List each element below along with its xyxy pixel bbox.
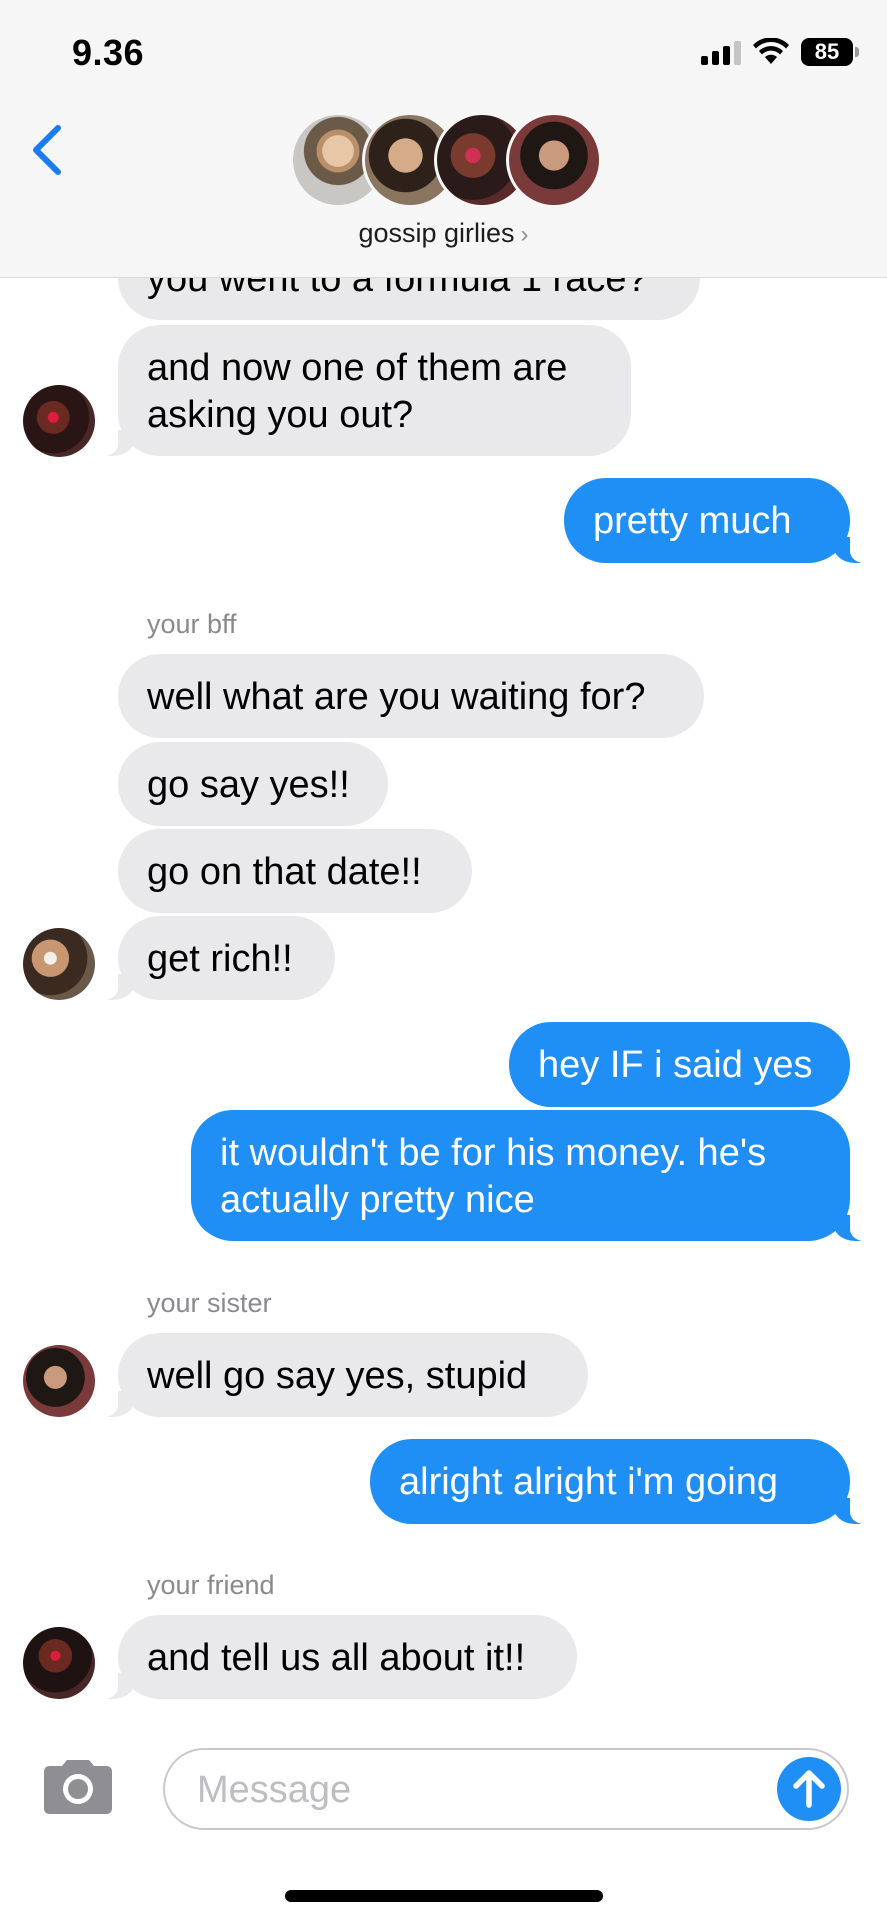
status-time: 9.36 (72, 32, 145, 73)
message-bubble-incoming[interactable]: well what are you waiting for? (118, 654, 704, 738)
message-text: and tell us all about it!! (147, 1637, 526, 1679)
cellular-signal-icon (701, 39, 741, 65)
message-text-line: asking you out? (147, 394, 414, 436)
message-bubble-incoming[interactable]: go on that date!! (118, 829, 472, 913)
battery-icon: 85 (801, 38, 859, 66)
message-text: pretty much (593, 500, 792, 542)
conversation-header: 9.36 85 gossip girlies › (0, 0, 887, 278)
message-text: go on that date!! (147, 851, 422, 893)
avatar (506, 112, 602, 208)
message-text-line: it wouldn't be for his money. he's (220, 1132, 767, 1174)
message-field[interactable] (163, 1748, 849, 1830)
message-bubble-outgoing[interactable]: pretty much (564, 478, 872, 563)
message-bubble-incoming[interactable]: and now one of them are asking you out? (96, 325, 631, 456)
group-name[interactable]: gossip girlies › (0, 218, 887, 249)
status-icons: 85 (701, 38, 859, 66)
message-bubble-outgoing[interactable]: alright alright i'm going (370, 1439, 872, 1524)
sender-name: your sister (147, 1288, 272, 1318)
wifi-icon (753, 38, 789, 64)
avatar[interactable] (23, 928, 95, 1000)
message-text: go say yes!! (147, 764, 350, 806)
message-bubble-incoming[interactable]: get rich!! (96, 916, 335, 1000)
group-name-label: gossip girlies (358, 218, 515, 248)
message-bubble-incoming[interactable]: go say yes!! (118, 742, 388, 826)
send-arrow-icon (793, 1770, 825, 1808)
message-text: hey IF i said yes (538, 1044, 813, 1086)
message-text: get rich!! (147, 938, 293, 980)
message-bubble-outgoing[interactable]: it wouldn't be for his money. he's actua… (191, 1110, 872, 1241)
chevron-left-icon[interactable] (24, 120, 74, 180)
chevron-right-icon: › (520, 221, 529, 248)
message-bubble-outgoing[interactable]: hey IF i said yes (509, 1022, 850, 1107)
message-text-line: actually pretty nice (220, 1179, 535, 1221)
sender-name: your friend (147, 1570, 275, 1600)
sender-name: your bff (147, 609, 237, 639)
send-button[interactable] (777, 1757, 841, 1821)
avatar[interactable] (23, 1345, 95, 1417)
avatar[interactable] (23, 1627, 95, 1699)
group-avatars[interactable] (290, 112, 610, 210)
home-indicator[interactable] (285, 1890, 603, 1902)
message-bubble-incoming[interactable]: and tell us all about it!! (96, 1615, 577, 1699)
avatar[interactable] (23, 385, 95, 457)
message-text: well what are you waiting for? (147, 676, 646, 718)
message-input[interactable] (195, 1762, 759, 1818)
camera-icon[interactable] (40, 1758, 116, 1816)
message-bubble-incoming[interactable]: well go say yes, stupid (96, 1333, 588, 1417)
message-text: well go say yes, stupid (147, 1355, 528, 1397)
battery-level: 85 (814, 39, 840, 64)
message-text: alright alright i'm going (399, 1461, 778, 1503)
message-text-line: and now one of them are (147, 347, 568, 389)
